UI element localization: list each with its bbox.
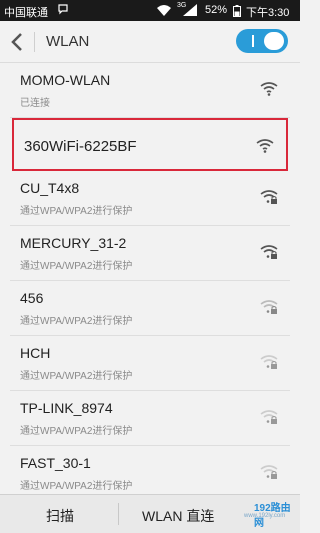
network-ssid: MOMO-WLAN: [20, 72, 111, 88]
watermark-url: www.192ly.com: [244, 513, 286, 519]
network-item-cu-t4x8[interactable]: CU_T4x8 通过WPA/WPA2进行保护: [10, 171, 290, 226]
message-icon: [58, 4, 68, 15]
page-title: WLAN: [46, 33, 90, 50]
network-status: 已连接: [20, 98, 50, 109]
toggle-on-mark: [252, 35, 254, 47]
carrier-label: 中国联通: [4, 7, 48, 19]
network-item-hch[interactable]: HCH 通过WPA/WPA2进行保护: [10, 336, 290, 391]
signal-icon: [183, 4, 197, 16]
wifi-icon: [157, 5, 171, 16]
wifi-signal-strong-icon: [260, 82, 278, 96]
network-item-456[interactable]: 456 通过WPA/WPA2进行保护: [10, 281, 290, 336]
network-status: 通过WPA/WPA2进行保护: [20, 316, 133, 327]
wifi-locked-strong-icon: [260, 245, 278, 259]
network-status: 通过WPA/WPA2进行保护: [20, 481, 133, 492]
scan-button[interactable]: 扫描: [46, 506, 74, 526]
network-status: 通过WPA/WPA2进行保护: [20, 261, 133, 272]
bottom-bar-divider: [118, 503, 119, 525]
network-ssid: HCH: [20, 345, 51, 361]
battery-percent: 52%: [205, 4, 228, 16]
network-ssid: MERCURY_31-2: [20, 235, 127, 251]
title-divider: [34, 32, 35, 52]
wifi-locked-weak-icon: [260, 300, 278, 314]
network-ssid: FAST_30-1: [20, 455, 91, 471]
status-bar: 中国联通 3G 52% 下午3:30: [0, 0, 300, 21]
network-item-360wifi-6225bf[interactable]: 360WiFi-6225BF: [12, 118, 288, 171]
back-arrow-icon[interactable]: [10, 31, 24, 53]
network-list: MOMO-WLAN 已连接 360WiFi-6225BF CU_T4x8 通过W…: [0, 63, 300, 501]
wifi-locked-strong-icon: [260, 190, 278, 204]
wifi-locked-weak-icon: [260, 465, 278, 479]
network-status: 通过WPA/WPA2进行保护: [20, 426, 133, 437]
wlan-direct-button[interactable]: WLAN 直连: [142, 506, 214, 526]
network-ssid: TP-LINK_8974: [20, 400, 113, 416]
network-status: 通过WPA/WPA2进行保护: [20, 371, 133, 382]
network-item-tp-link-8974[interactable]: TP-LINK_8974 通过WPA/WPA2进行保护: [10, 391, 290, 446]
clock: 下午3:30: [246, 7, 290, 19]
wifi-signal-strong-icon: [256, 139, 274, 153]
network-ssid: 360WiFi-6225BF: [24, 138, 137, 155]
title-bar: WLAN: [0, 21, 300, 63]
wlan-toggle[interactable]: [236, 29, 288, 53]
network-ssid: CU_T4x8: [20, 180, 80, 196]
network-item-momo-wlan[interactable]: MOMO-WLAN 已连接: [10, 63, 290, 118]
battery-icon: [233, 5, 241, 17]
network-item-fast-30-1[interactable]: FAST_30-1 通过WPA/WPA2进行保护: [10, 446, 290, 501]
wifi-locked-weak-icon: [260, 410, 278, 424]
toggle-knob: [264, 32, 284, 50]
network-ssid: 456: [20, 290, 44, 306]
network-item-mercury-31-2[interactable]: MERCURY_31-2 通过WPA/WPA2进行保护: [10, 226, 290, 281]
wifi-locked-weak-icon: [260, 355, 278, 369]
network-status: 通过WPA/WPA2进行保护: [20, 206, 133, 217]
